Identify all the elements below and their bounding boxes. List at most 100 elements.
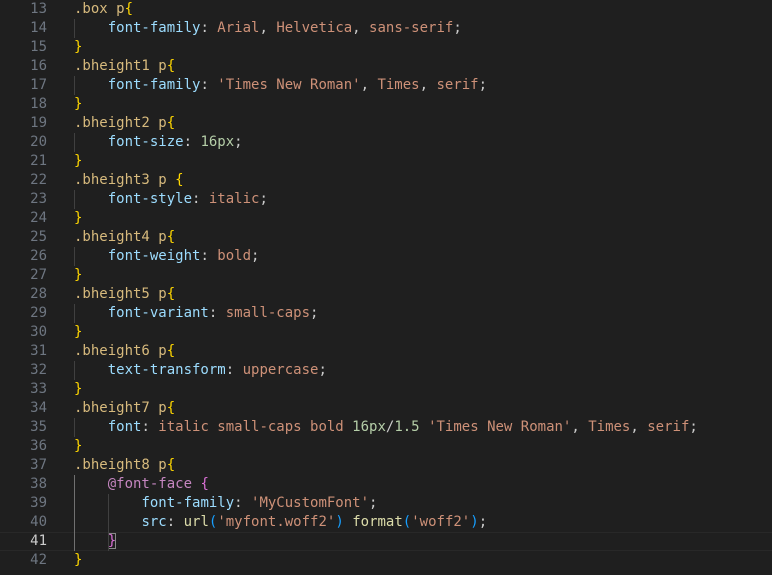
- code-token: bold: [217, 248, 252, 264]
- code-text[interactable]: }: [74, 95, 82, 114]
- code-text[interactable]: }: [74, 209, 82, 228]
- code-line[interactable]: 23 font-style: italic;: [0, 190, 772, 209]
- code-line[interactable]: 42}: [0, 551, 772, 570]
- line-number: 42: [30, 552, 47, 568]
- indent-guide: [74, 190, 75, 209]
- line-number: 27: [30, 267, 47, 283]
- code-token: {: [166, 58, 176, 74]
- code-line[interactable]: 31 .bheight6 p{: [0, 342, 772, 361]
- code-token: Arial: [217, 20, 260, 36]
- code-line[interactable]: 26 font-weight: bold;: [0, 247, 772, 266]
- code-token: }: [74, 210, 83, 226]
- code-token: font-weight: [107, 248, 201, 264]
- code-text[interactable]: .bheight3 p {: [74, 171, 184, 190]
- code-token: 16px: [200, 134, 235, 150]
- code-line[interactable]: 28 .bheight5 p{: [0, 285, 772, 304]
- code-text[interactable]: }: [74, 38, 82, 57]
- code-line[interactable]: 25 .bheight4 p{: [0, 228, 772, 247]
- code-token: Times: [588, 419, 631, 435]
- code-line[interactable]: 27}: [0, 266, 772, 285]
- code-line[interactable]: 20 font-size: 16px;: [0, 133, 772, 152]
- code-text[interactable]: font: italic small-caps bold 16px/1.5 'T…: [74, 418, 698, 437]
- code-token: ;: [369, 495, 378, 511]
- code-line[interactable]: 37 .bheight8 p{: [0, 456, 772, 475]
- code-line[interactable]: 41 }: [0, 532, 772, 551]
- code-text[interactable]: .bheight1 p{: [74, 57, 175, 76]
- indent-guide: [74, 475, 75, 551]
- code-token: :: [234, 495, 252, 511]
- code-text[interactable]: }: [74, 532, 117, 551]
- code-line[interactable]: 13 .box p{: [0, 0, 772, 19]
- code-line[interactable]: 29 font-variant: small-caps;: [0, 304, 772, 323]
- code-text[interactable]: font-weight: bold;: [74, 247, 260, 266]
- code-token: ;: [689, 419, 698, 435]
- line-number: 41: [30, 533, 47, 549]
- code-token: font-variant: [107, 305, 209, 321]
- code-token: {: [166, 115, 176, 131]
- code-text[interactable]: }: [74, 323, 82, 342]
- code-text[interactable]: font-family: Arial, Helvetica, sans-seri…: [74, 19, 462, 38]
- code-token: }: [74, 381, 83, 397]
- code-line[interactable]: 36}: [0, 437, 772, 456]
- code-token: serif: [647, 419, 690, 435]
- code-line[interactable]: 33}: [0, 380, 772, 399]
- code-token: format: [352, 514, 403, 530]
- code-token: 16px: [352, 419, 386, 435]
- code-text[interactable]: .bheight5 p{: [74, 285, 175, 304]
- code-line[interactable]: 35 font: italic small-caps bold 16px/1.5…: [0, 418, 772, 437]
- indent-guide: [74, 19, 75, 38]
- code-line[interactable]: 30}: [0, 323, 772, 342]
- code-text[interactable]: .bheight2 p{: [74, 114, 175, 133]
- code-text[interactable]: }: [74, 551, 82, 570]
- line-number: 26: [30, 248, 47, 264]
- code-line[interactable]: 32 text-transform: uppercase;: [0, 361, 772, 380]
- code-text[interactable]: text-transform: uppercase;: [74, 361, 327, 380]
- code-token: ;: [234, 134, 243, 150]
- code-text[interactable]: .bheight8 p{: [74, 456, 175, 475]
- code-text[interactable]: font-family: 'Times New Roman', Times, s…: [74, 76, 487, 95]
- code-line[interactable]: 34 .bheight7 p{: [0, 399, 772, 418]
- code-text[interactable]: font-style: italic;: [74, 190, 268, 209]
- code-text[interactable]: .box p{: [74, 0, 133, 19]
- code-editor[interactable]: 13 .box p{14 font-family: Arial, Helvetic…: [0, 0, 772, 575]
- code-token: .box p: [74, 1, 125, 17]
- code-token: }: [74, 96, 83, 112]
- code-token: 'Times New Roman': [217, 77, 361, 93]
- code-text[interactable]: font-variant: small-caps;: [74, 304, 319, 323]
- code-text[interactable]: }: [74, 266, 82, 285]
- code-text[interactable]: }: [74, 380, 82, 399]
- code-line[interactable]: 19 .bheight2 p{: [0, 114, 772, 133]
- code-line[interactable]: 16 .bheight1 p{: [0, 57, 772, 76]
- code-line[interactable]: 22 .bheight3 p {: [0, 171, 772, 190]
- code-line[interactable]: 18}: [0, 95, 772, 114]
- code-text[interactable]: font-family: 'MyCustomFont';: [74, 494, 377, 513]
- code-line[interactable]: 17 font-family: 'Times New Roman', Times…: [0, 76, 772, 95]
- code-text[interactable]: font-size: 16px;: [74, 133, 243, 152]
- code-line[interactable]: 21}: [0, 152, 772, 171]
- indent-guide: [74, 247, 75, 266]
- code-token: ;: [259, 191, 268, 207]
- code-token: url: [183, 514, 209, 530]
- code-text[interactable]: .bheight6 p{: [74, 342, 175, 361]
- line-number: 34: [30, 400, 47, 416]
- code-text[interactable]: }: [74, 437, 82, 456]
- code-line[interactable]: 14 font-family: Arial, Helvetica, sans-s…: [0, 19, 772, 38]
- code-token: font-size: [107, 134, 184, 150]
- code-line[interactable]: 15}: [0, 38, 772, 57]
- code-line[interactable]: 40 src: url('myfont.woff2') format('woff…: [0, 513, 772, 532]
- code-text[interactable]: }: [74, 152, 82, 171]
- line-number: 17: [30, 77, 47, 93]
- code-token: {: [200, 476, 209, 492]
- code-token: ;: [478, 514, 488, 530]
- code-line[interactable]: 38 @font-face {: [0, 475, 772, 494]
- code-text[interactable]: .bheight7 p{: [74, 399, 175, 418]
- code-line[interactable]: 24}: [0, 209, 772, 228]
- code-text[interactable]: @font-face {: [74, 475, 209, 494]
- code-text[interactable]: src: url('myfont.woff2') format('woff2')…: [74, 513, 487, 532]
- code-text[interactable]: .bheight4 p{: [74, 228, 175, 247]
- code-token: :: [141, 419, 159, 435]
- code-token: .bheight8 p: [74, 457, 167, 473]
- code-line[interactable]: 39 font-family: 'MyCustomFont';: [0, 494, 772, 513]
